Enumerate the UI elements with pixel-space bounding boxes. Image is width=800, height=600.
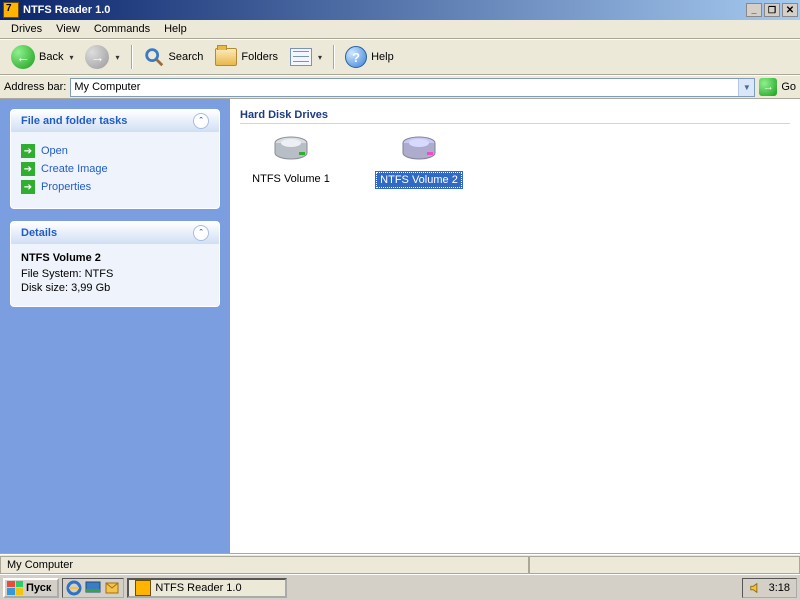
go-button-icon[interactable]: → bbox=[759, 78, 777, 96]
app-icon bbox=[3, 2, 19, 18]
address-dropdown-icon[interactable]: ▼ bbox=[738, 79, 754, 96]
task-properties[interactable]: ➔ Properties bbox=[21, 180, 209, 194]
status-bar: My Computer bbox=[0, 554, 800, 574]
title-bar: NTFS Reader 1.0 _ ❐ ✕ bbox=[0, 0, 800, 20]
content-pane: Hard Disk Drives NTFS Volume 1 NTFS Volu… bbox=[230, 99, 800, 553]
menu-help[interactable]: Help bbox=[157, 21, 194, 37]
back-label: Back bbox=[39, 51, 63, 63]
desktop-icon[interactable] bbox=[85, 580, 101, 596]
section-header: Hard Disk Drives bbox=[240, 109, 790, 124]
start-label: Пуск bbox=[26, 582, 51, 594]
task-label: Open bbox=[41, 145, 68, 157]
forward-button[interactable]: → bbox=[80, 43, 124, 71]
menu-view[interactable]: View bbox=[49, 21, 87, 37]
help-icon: ? bbox=[345, 46, 367, 68]
minimize-button[interactable]: _ bbox=[746, 3, 762, 17]
outlook-icon[interactable] bbox=[104, 580, 120, 596]
search-label: Search bbox=[169, 51, 204, 63]
task-open[interactable]: ➔ Open bbox=[21, 144, 209, 158]
status-text: My Computer bbox=[0, 556, 529, 574]
forward-icon: → bbox=[85, 45, 109, 69]
back-button[interactable]: ← Back bbox=[6, 43, 78, 71]
menu-bar: Drives View Commands Help bbox=[0, 20, 800, 39]
help-label: Help bbox=[371, 51, 394, 63]
app-icon bbox=[135, 580, 151, 596]
arrow-icon: ➔ bbox=[21, 144, 35, 158]
details-panel: Details ˆ NTFS Volume 2 File System: NTF… bbox=[10, 221, 220, 307]
address-label: Address bar: bbox=[4, 81, 66, 93]
main-area: File and folder tasks ˆ ➔ Open ➔ Create Im… bbox=[0, 99, 800, 554]
start-button[interactable]: Пуск bbox=[3, 578, 59, 598]
taskbar: Пуск NTFS Reader 1.0 3:18 bbox=[0, 574, 800, 600]
details-name: NTFS Volume 2 bbox=[21, 252, 209, 264]
address-bar: Address bar: My Computer ▼ → Go bbox=[0, 75, 800, 99]
drive-label: NTFS Volume 2 bbox=[376, 172, 462, 188]
windows-logo-icon bbox=[7, 581, 23, 595]
separator bbox=[131, 45, 132, 69]
details-fs: File System: NTFS bbox=[21, 268, 209, 280]
folders-button[interactable]: Folders bbox=[210, 43, 283, 71]
arrow-icon: ➔ bbox=[21, 180, 35, 194]
drive-item-selected[interactable]: NTFS Volume 2 bbox=[374, 134, 464, 188]
details-size: Disk size: 3,99 Gb bbox=[21, 282, 209, 294]
close-button[interactable]: ✕ bbox=[782, 3, 798, 17]
tasks-panel-body: ➔ Open ➔ Create Image ➔ Properties bbox=[11, 132, 219, 208]
sidebar: File and folder tasks ˆ ➔ Open ➔ Create Im… bbox=[0, 99, 230, 553]
separator bbox=[333, 45, 334, 69]
drive-item[interactable]: NTFS Volume 1 bbox=[246, 134, 336, 188]
hard-drive-icon bbox=[397, 134, 441, 166]
menu-commands[interactable]: Commands bbox=[87, 21, 157, 37]
status-pane-right bbox=[529, 556, 800, 574]
drive-list: NTFS Volume 1 NTFS Volume 2 bbox=[240, 134, 790, 188]
window-title: NTFS Reader 1.0 bbox=[23, 4, 110, 16]
hard-drive-icon bbox=[269, 134, 313, 166]
folders-label: Folders bbox=[241, 51, 278, 63]
go-label[interactable]: Go bbox=[781, 81, 796, 93]
tasks-panel-header[interactable]: File and folder tasks ˆ bbox=[11, 110, 219, 132]
search-icon bbox=[143, 46, 165, 68]
task-create-image[interactable]: ➔ Create Image bbox=[21, 162, 209, 176]
ie-icon[interactable] bbox=[66, 580, 82, 596]
folders-icon bbox=[215, 48, 237, 66]
address-value: My Computer bbox=[74, 81, 738, 93]
drive-label: NTFS Volume 1 bbox=[249, 172, 333, 186]
toolbar: ← Back → Search Folders ? Help bbox=[0, 39, 800, 75]
help-button[interactable]: ? Help bbox=[340, 43, 399, 71]
tasks-panel: File and folder tasks ˆ ➔ Open ➔ Create Im… bbox=[10, 109, 220, 209]
task-label: Properties bbox=[41, 181, 91, 193]
views-button[interactable] bbox=[285, 43, 327, 71]
task-button-label: NTFS Reader 1.0 bbox=[155, 582, 241, 594]
taskbar-app-button[interactable]: NTFS Reader 1.0 bbox=[127, 578, 287, 598]
collapse-icon[interactable]: ˆ bbox=[193, 113, 209, 129]
address-input[interactable]: My Computer ▼ bbox=[70, 78, 755, 97]
search-button[interactable]: Search bbox=[138, 43, 209, 71]
system-tray: 3:18 bbox=[742, 578, 797, 598]
collapse-icon[interactable]: ˆ bbox=[193, 225, 209, 241]
task-label: Create Image bbox=[41, 163, 108, 175]
clock[interactable]: 3:18 bbox=[769, 582, 790, 594]
maximize-button[interactable]: ❐ bbox=[764, 3, 780, 17]
volume-icon[interactable] bbox=[749, 581, 763, 595]
back-icon: ← bbox=[11, 45, 35, 69]
details-panel-body: NTFS Volume 2 File System: NTFS Disk siz… bbox=[11, 244, 219, 306]
tasks-panel-title: File and folder tasks bbox=[21, 115, 127, 127]
arrow-icon: ➔ bbox=[21, 162, 35, 176]
details-panel-title: Details bbox=[21, 227, 57, 239]
quick-launch bbox=[62, 578, 124, 598]
menu-drives[interactable]: Drives bbox=[4, 21, 49, 37]
details-panel-header[interactable]: Details ˆ bbox=[11, 222, 219, 244]
views-icon bbox=[290, 48, 312, 66]
